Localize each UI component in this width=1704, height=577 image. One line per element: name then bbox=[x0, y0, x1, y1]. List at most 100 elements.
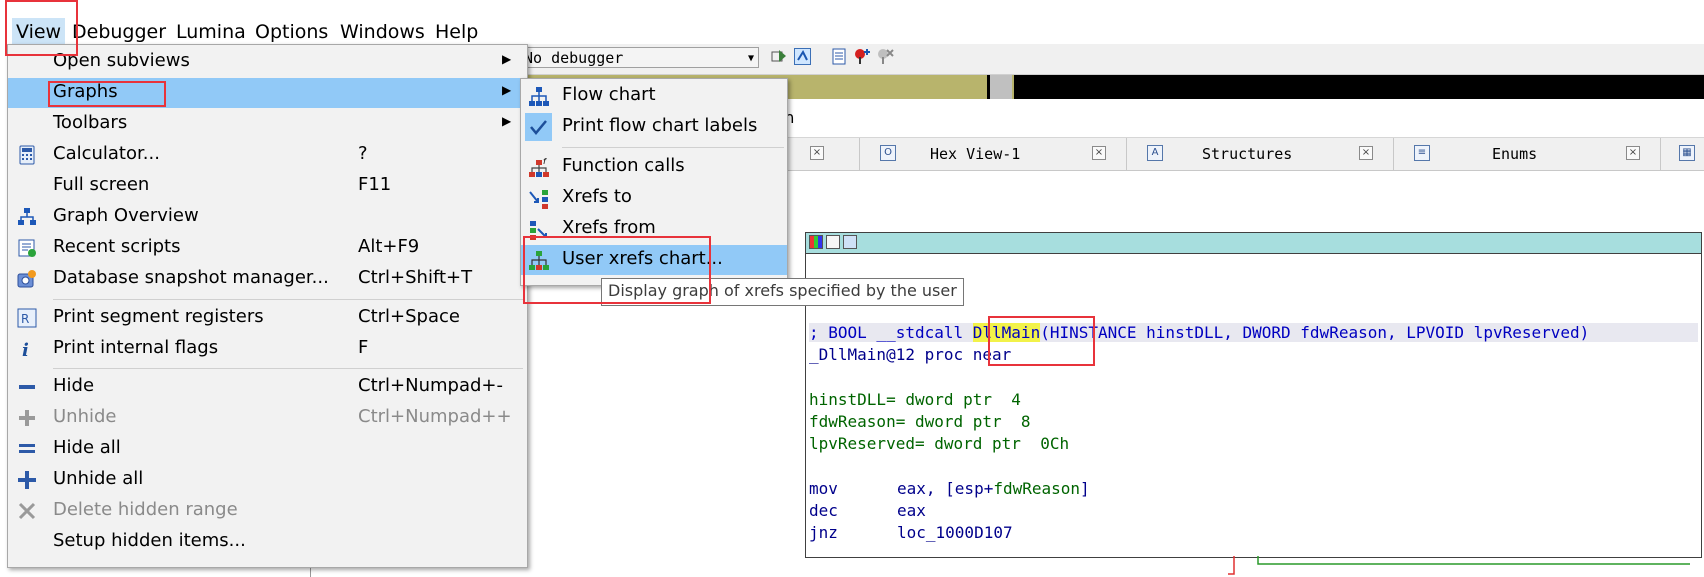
attach-process-icon[interactable] bbox=[794, 48, 811, 65]
menu-debugger[interactable]: Debugger bbox=[68, 18, 170, 46]
close-icon[interactable]: × bbox=[810, 146, 824, 160]
menu-item-toolbars[interactable]: Toolbars ▶ bbox=[8, 109, 527, 139]
menu-item-shortcut: Ctrl+Numpad++ bbox=[358, 406, 512, 427]
menu-item-label: Hide bbox=[53, 375, 95, 396]
comment-prefix: ; BOOL __stdcall bbox=[809, 323, 973, 342]
var-line: fdwReason= dword ptr 8 bbox=[809, 412, 1031, 431]
tab-enums-label: Enums bbox=[1492, 145, 1538, 163]
menu-item-shortcut: Ctrl+Space bbox=[358, 306, 460, 327]
proc-label[interactable]: _DllMain@12 bbox=[809, 345, 925, 364]
proc-keyword: proc bbox=[924, 345, 973, 364]
menu-item-label: Hide all bbox=[53, 437, 121, 458]
jump-target[interactable]: loc_1000D107 bbox=[897, 523, 1013, 542]
annotation-box-dllmain bbox=[988, 316, 1095, 366]
tab-enums[interactable]: ≡ Enums × bbox=[1394, 138, 1661, 170]
menu-separator bbox=[562, 147, 784, 148]
menu-options[interactable]: Options bbox=[251, 18, 332, 46]
var-name[interactable]: fdwReason bbox=[809, 412, 896, 431]
debug-run-icon[interactable] bbox=[771, 48, 788, 65]
menu-item-hide-all[interactable]: Hide all bbox=[8, 434, 527, 464]
menu-item-open-subviews[interactable]: Open subviews ▶ bbox=[8, 47, 527, 77]
tab-hex-view-label: Hex View-1 bbox=[930, 145, 1021, 163]
imports-icon: ▦ bbox=[1679, 145, 1695, 161]
delete-breakpoint-icon[interactable] bbox=[877, 48, 894, 65]
menu-item-label: Toolbars bbox=[53, 112, 128, 133]
menu-item-print-segment-registers[interactable]: R Print segment registers Ctrl+Space bbox=[8, 303, 527, 333]
delete-icon bbox=[18, 502, 36, 520]
menu-item-shortcut: Ctrl+Numpad+- bbox=[358, 375, 503, 396]
menu-item-graph-overview[interactable]: Graph Overview bbox=[8, 202, 527, 232]
nav-gray-segment bbox=[990, 75, 1012, 99]
graph-edges bbox=[1228, 556, 1690, 575]
submenu-item-label: Function calls bbox=[562, 155, 685, 176]
snapshot-icon bbox=[17, 270, 36, 288]
menu-item-label: Delete hidden range bbox=[53, 499, 238, 520]
node-rename-icon[interactable] bbox=[826, 235, 840, 249]
menu-windows[interactable]: Windows bbox=[336, 18, 429, 46]
var-name[interactable]: lpvReserved bbox=[809, 434, 915, 453]
var-def: = dword ptr 0Ch bbox=[914, 434, 1070, 453]
annotation-box-view bbox=[5, 0, 78, 56]
submenu-item-xrefs-to[interactable]: Xrefs to bbox=[521, 183, 787, 213]
menu-item-delete-hidden-range[interactable]: Delete hidden range bbox=[8, 496, 527, 526]
menu-item-full-screen[interactable]: Full screen F11 bbox=[8, 171, 527, 201]
flow-chart-icon bbox=[529, 87, 549, 106]
close-icon[interactable]: × bbox=[1626, 146, 1640, 160]
debugger-select-value: No debugger bbox=[524, 49, 624, 67]
mnemonic: jnz bbox=[809, 523, 838, 542]
xrefs-to-icon bbox=[529, 190, 548, 209]
svg-text:f: f bbox=[543, 157, 547, 166]
menu-item-label: Unhide all bbox=[53, 468, 144, 489]
menu-item-setup-hidden-items[interactable]: Setup hidden items... bbox=[8, 527, 527, 557]
function-calls-icon: f bbox=[529, 157, 549, 177]
menu-item-shortcut: Alt+F9 bbox=[358, 236, 420, 257]
submenu-item-label: Xrefs from bbox=[562, 217, 656, 238]
tab-structures[interactable]: A Structures × bbox=[1127, 138, 1394, 170]
check-icon bbox=[525, 113, 552, 141]
chevron-down-icon: ▼ bbox=[747, 53, 754, 64]
instruction-line: mov eax, [esp+fdwReason] bbox=[809, 479, 1090, 498]
menu-help[interactable]: Help bbox=[431, 18, 482, 46]
menu-item-hide[interactable]: Hide Ctrl+Numpad+- bbox=[8, 372, 527, 402]
menu-item-calculator[interactable]: Calculator... ? bbox=[8, 140, 527, 170]
submenu-item-label: Flow chart bbox=[562, 84, 656, 105]
menu-item-label: Print internal flags bbox=[53, 337, 219, 358]
menu-lumina[interactable]: Lumina bbox=[172, 18, 250, 46]
operand-var[interactable]: fdwReason bbox=[993, 479, 1080, 498]
menu-item-database-snapshot-manager[interactable]: Database snapshot manager... Ctrl+Shift+… bbox=[8, 264, 527, 294]
node-group-icon[interactable] bbox=[843, 235, 857, 249]
submenu-item-function-calls[interactable]: f Function calls bbox=[521, 152, 787, 182]
menu-item-recent-scripts[interactable]: Recent scripts Alt+F9 bbox=[8, 233, 527, 263]
hex-view-icon: O bbox=[880, 145, 896, 161]
add-breakpoint-icon[interactable] bbox=[854, 48, 871, 65]
view-menu-dropdown: Open subviews ▶ Graphs ▶ Toolbars ▶ Calc… bbox=[7, 44, 528, 568]
tab-next[interactable]: ▦ bbox=[1661, 138, 1704, 170]
function-prototype-comment: ; BOOL __stdcall DllMain(HINSTANCE hinst… bbox=[809, 323, 1698, 342]
instruction-line: jnz loc_1000D107 bbox=[809, 523, 1013, 542]
menu-item-unhide[interactable]: Unhide Ctrl+Numpad++ bbox=[8, 403, 527, 433]
close-icon[interactable]: × bbox=[1359, 146, 1373, 160]
comment-suffix: (HINSTANCE hinstDLL, DWORD fdwReason, LP… bbox=[1040, 323, 1590, 342]
tab-hex-view[interactable]: O Hex View-1 × bbox=[860, 138, 1127, 170]
node-color-icon[interactable] bbox=[809, 235, 823, 249]
submenu-item-flow-chart[interactable]: Flow chart bbox=[521, 81, 787, 111]
svg-text:i: i bbox=[22, 340, 29, 359]
menu-item-label: Unhide bbox=[53, 406, 117, 427]
proc-line: _DllMain@12 proc near bbox=[809, 345, 1011, 364]
menu-separator bbox=[53, 368, 523, 369]
close-icon[interactable]: × bbox=[1092, 146, 1106, 160]
minus-icon bbox=[19, 385, 35, 389]
segment-registers-icon: R bbox=[17, 308, 37, 328]
debugger-select[interactable]: No debugger ▼ bbox=[519, 47, 759, 68]
svg-text:R: R bbox=[21, 312, 29, 326]
menu-item-unhide-all[interactable]: Unhide all bbox=[8, 465, 527, 495]
var-line: lpvReserved= dword ptr 0Ch bbox=[809, 434, 1069, 453]
submenu-item-print-flow-chart-labels[interactable]: Print flow chart labels bbox=[521, 112, 787, 142]
menu-item-shortcut: F11 bbox=[358, 174, 392, 195]
unhide-all-icon bbox=[18, 471, 36, 489]
menu-item-print-internal-flags[interactable]: i Print internal flags F bbox=[8, 334, 527, 364]
annotation-box-graphs bbox=[48, 81, 166, 107]
var-name[interactable]: hinstDLL bbox=[809, 390, 886, 409]
breakpoint-list-icon[interactable] bbox=[831, 48, 848, 65]
var-def: = dword ptr 8 bbox=[895, 412, 1031, 431]
